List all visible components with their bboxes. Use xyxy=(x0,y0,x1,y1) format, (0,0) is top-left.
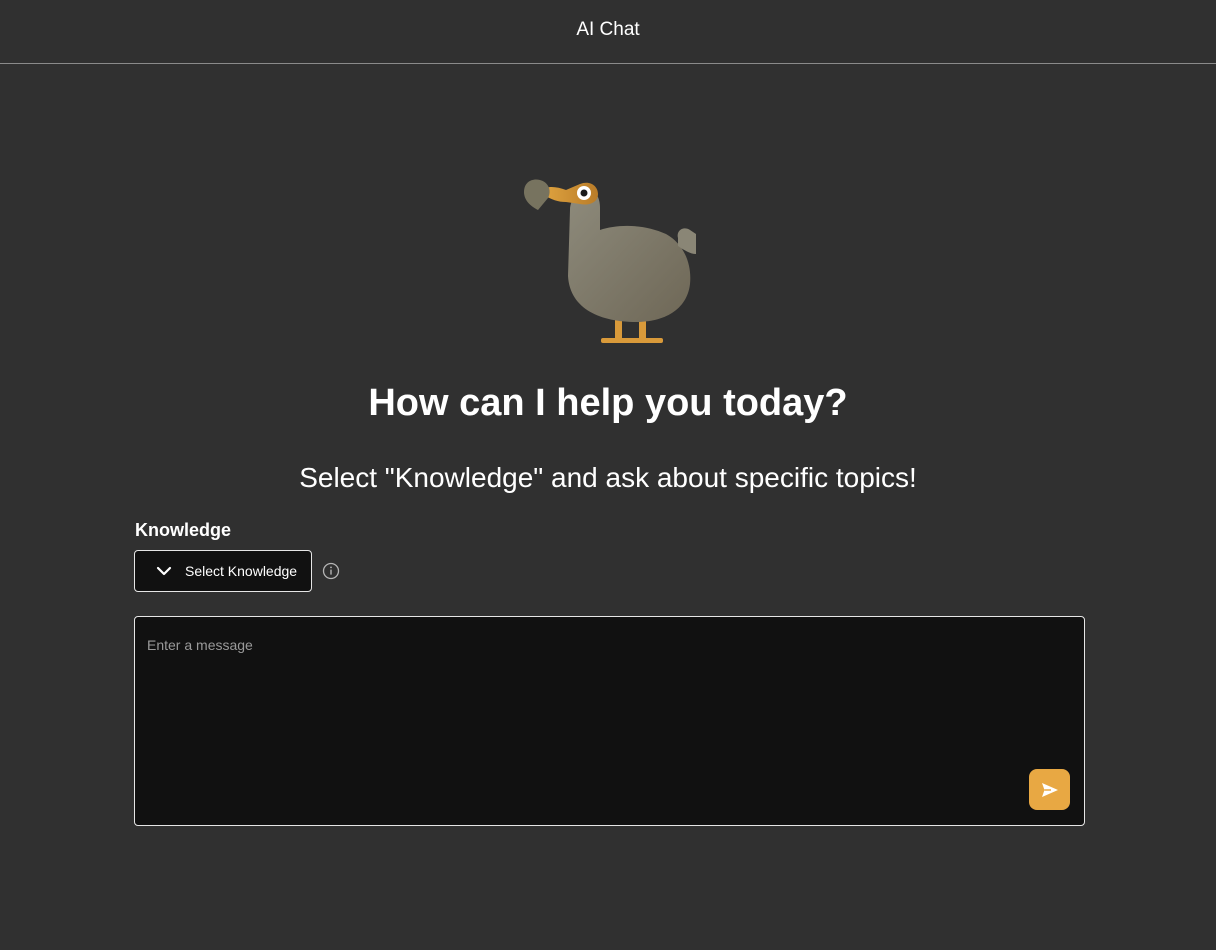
knowledge-select-button[interactable]: Select Knowledge xyxy=(134,550,312,592)
send-icon xyxy=(1041,782,1058,797)
send-button[interactable] xyxy=(1029,769,1070,810)
knowledge-select-label: Select Knowledge xyxy=(185,563,298,579)
welcome-headline: How can I help you today? xyxy=(368,382,848,424)
chevron-down-icon xyxy=(155,562,173,580)
knowledge-label: Knowledge xyxy=(135,520,232,540)
info-icon[interactable] xyxy=(322,562,340,580)
dodo-mascot-icon xyxy=(524,179,696,343)
app-header: AI Chat xyxy=(0,0,1216,64)
app-title: AI Chat xyxy=(576,18,640,40)
message-input[interactable] xyxy=(135,617,1084,825)
welcome-subline: Select "Knowledge" and ask about specifi… xyxy=(299,462,917,493)
message-composer xyxy=(134,616,1085,826)
